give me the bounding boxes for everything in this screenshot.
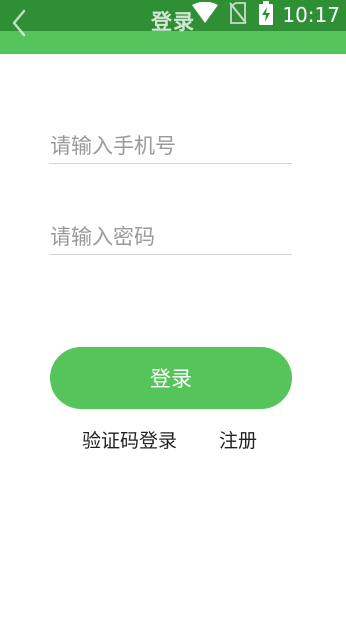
register-link[interactable]: 注册 [219,428,257,454]
sms-login-link[interactable]: 验证码登录 [82,428,177,454]
login-button[interactable]: 登录 [50,347,292,409]
status-icons: 10:17 [191,1,340,29]
status-time: 10:17 [282,3,340,27]
password-input[interactable] [49,219,292,255]
phone-input[interactable] [49,128,292,164]
no-sim-icon [229,2,248,28]
battery-charging-icon [259,1,274,29]
wifi-icon [191,1,219,28]
app-header: 登录 10:17 [0,0,346,54]
